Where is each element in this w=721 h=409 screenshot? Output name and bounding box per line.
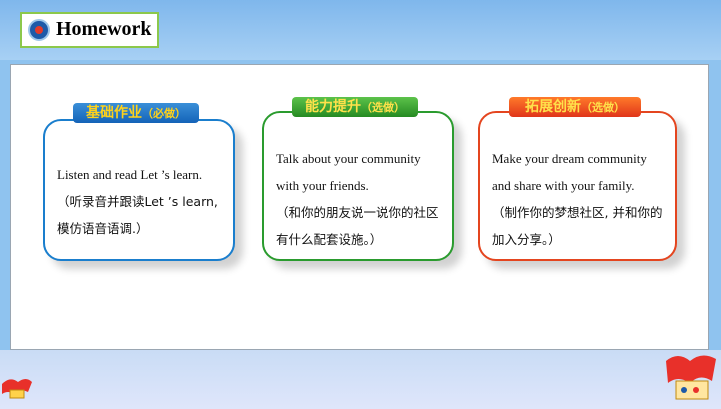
tag-sub: （选做） (581, 101, 625, 114)
card-tag-basic: 基础作业（必做） (73, 103, 199, 123)
homework-card-ability: Talk about your community with your frie… (262, 111, 454, 261)
card-text-zh: （制作你的梦想社区, 并和你的加入分享。） (492, 205, 663, 247)
tag-label: 基础作业 (86, 105, 142, 121)
card-tag-ability: 能力提升（选做） (292, 97, 418, 117)
card-text-zh: （听录音并跟读Let ’s learn,模仿语音语调.） (57, 194, 218, 236)
card-body: Listen and read Let ’s learn. （听录音并跟读Let… (57, 161, 225, 242)
card-body: Make your dream community and share with… (492, 145, 667, 253)
page-title: Homework (56, 18, 152, 40)
footer-background (0, 350, 721, 409)
tag-label: 能力提升 (305, 99, 361, 115)
card-body: Talk about your community with your frie… (276, 145, 444, 253)
homework-card-innovation: Make your dream community and share with… (478, 111, 677, 261)
decorative-flag-right-icon (666, 355, 716, 400)
tag-sub: （选做） (361, 101, 405, 114)
title-banner: Homework (20, 12, 159, 48)
card-text-zh: （和你的朋友说一说你的社区有什么配套设施。） (276, 205, 439, 247)
card-text-en: Listen and read Let ’s learn. (57, 167, 203, 182)
card-text-en: Make your dream community and share with… (492, 151, 647, 193)
decorative-flag-left-icon (2, 379, 32, 399)
card-tag-innovation: 拓展创新（选做） (509, 97, 641, 117)
homework-card-basic: Listen and read Let ’s learn. （听录音并跟读Let… (43, 119, 235, 261)
school-logo-icon (28, 19, 50, 41)
tag-label: 拓展创新 (525, 99, 581, 115)
card-text-en: Talk about your community with your frie… (276, 151, 421, 193)
tag-sub: （必做） (142, 107, 186, 120)
